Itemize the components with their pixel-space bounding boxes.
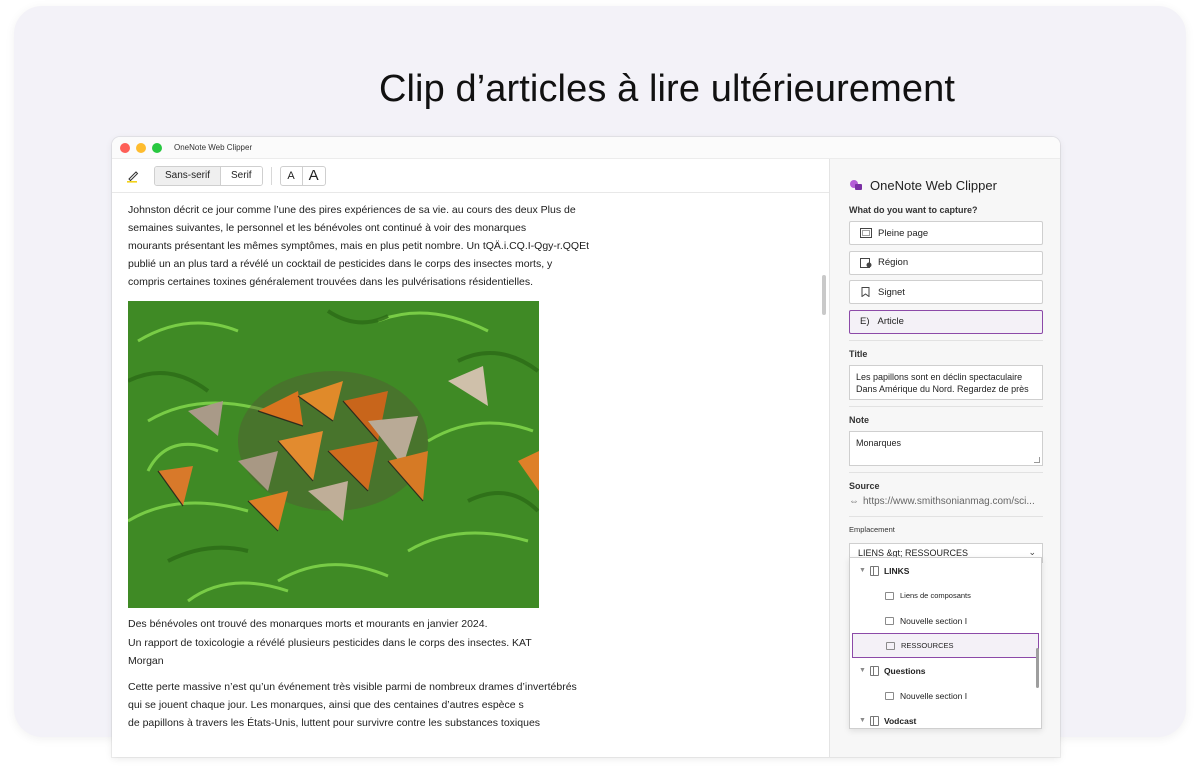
- sans-serif-button[interactable]: Sans-serif: [155, 166, 222, 185]
- region-icon: [860, 257, 872, 268]
- resize-handle-icon[interactable]: [1034, 456, 1040, 463]
- notebook-icon: [869, 715, 879, 726]
- mode-label: Article: [877, 316, 904, 327]
- note-input[interactable]: Monarques: [849, 430, 1043, 466]
- section-label: Nouvelle section I: [900, 615, 968, 626]
- text-line: Cette perte massive n’est qu’un événemen…: [128, 681, 577, 693]
- bookmark-mode-button[interactable]: Signet: [849, 280, 1043, 304]
- divider: [849, 471, 1043, 473]
- decrease-font-button[interactable]: A: [281, 166, 303, 185]
- font-size-toggle: A A: [279, 165, 326, 186]
- reading-toolbar: Sans-serif Serif A A: [112, 159, 829, 193]
- caption-line: Des bénévoles ont trouvé des monarques m…: [128, 618, 488, 630]
- notebook-label: Vodcast: [883, 715, 917, 726]
- section-label: Liens de composants: [900, 591, 971, 600]
- source-url[interactable]: ⇔ https://www.smithsonianmag.com/sci...: [849, 494, 1043, 510]
- section-label: RESSOURCES: [901, 641, 954, 650]
- divider: [849, 405, 1043, 407]
- caret-down-icon: ▼: [859, 567, 866, 574]
- source-url-text: https://www.smithsonianmag.com/sci...: [863, 496, 1035, 507]
- caption-credit: Morgan: [128, 655, 164, 667]
- notebook-item-questions[interactable]: ▼ Questions: [850, 658, 1041, 683]
- toolbar-divider: [270, 166, 272, 185]
- text-line: compris certaines toxines généralement t…: [128, 276, 534, 288]
- divider: [849, 339, 1043, 341]
- font-family-toggle: Sans-serif Serif: [154, 165, 263, 186]
- caption-line: Un rapport de toxicologie a révélé plusi…: [128, 637, 532, 649]
- section-item[interactable]: Nouvelle section I: [850, 608, 1041, 633]
- notebook-label: Questions: [883, 665, 926, 676]
- highlighter-icon[interactable]: [126, 169, 140, 183]
- close-window-button[interactable]: [120, 142, 130, 153]
- section-icon: [885, 616, 894, 625]
- notebook-item-vodcast[interactable]: ▼ Vodcast: [850, 708, 1041, 728]
- article-icon: E): [860, 316, 870, 327]
- app-window: OneNote Web Clipper Sans-serif Serif A A: [112, 137, 1060, 757]
- butterflies-in-grass-image: [128, 301, 539, 608]
- notebook-item-links[interactable]: ▼ LINKS: [850, 558, 1041, 583]
- article-preview[interactable]: Sans-serif Serif A A Johnston décrit ce …: [112, 159, 830, 757]
- notebook-icon: [869, 565, 879, 576]
- full-page-mode-button[interactable]: Pleine page: [849, 221, 1043, 245]
- article-paragraph-1: Johnston décrit ce jour comme l’une des …: [112, 193, 612, 291]
- notebook-icon: [869, 665, 879, 676]
- mode-label: Signet: [878, 286, 905, 298]
- text-line: Johnston décrit ce jour comme l’une des …: [128, 204, 576, 216]
- article-scrollbar[interactable]: [822, 275, 826, 315]
- clipper-panel: OneNote Web Clipper What do you want to …: [830, 159, 1060, 757]
- section-label: Nouvelle section I: [900, 690, 968, 701]
- region-mode-button[interactable]: Région: [849, 250, 1043, 275]
- dropdown-scrollbar[interactable]: [1036, 648, 1039, 688]
- section-icon: [886, 641, 895, 650]
- caret-down-icon: ▼: [859, 717, 866, 724]
- title-input[interactable]: Les papillons sont en déclin spectaculai…: [849, 364, 1043, 400]
- section-icon: [885, 691, 894, 700]
- maximize-window-button[interactable]: [152, 142, 162, 153]
- clipper-header: OneNote Web Clipper: [849, 175, 1043, 195]
- serif-button[interactable]: Serif: [221, 166, 262, 185]
- source-label: Source: [849, 480, 880, 491]
- section-item-ressources[interactable]: RESSOURCES: [852, 633, 1039, 658]
- caret-down-icon: ▼: [859, 667, 866, 674]
- link-icon: ⇔: [849, 496, 859, 507]
- page-headline: Clip d’articles à lire ultérieurement: [378, 68, 956, 110]
- window-titlebar: OneNote Web Clipper: [112, 137, 1060, 159]
- article-mode-button[interactable]: E) Article: [849, 309, 1043, 334]
- note-text: Monarques: [856, 437, 902, 448]
- text-line: publié un an plus tard a révélé un cockt…: [128, 258, 553, 270]
- divider: [849, 515, 1043, 517]
- section-item[interactable]: Nouvelle section I: [850, 683, 1041, 708]
- text-line: de papillons à travers les États-Unis, l…: [128, 717, 541, 729]
- location-value: LIENS &gt; RESSOURCES: [858, 547, 969, 558]
- full-page-icon: [860, 228, 872, 238]
- mode-label: Région: [878, 257, 909, 268]
- article-photo-monarch-butterflies: [128, 301, 539, 608]
- section-item[interactable]: Liens de composants: [850, 583, 1041, 608]
- title-label: Title: [849, 348, 868, 359]
- section-icon: [885, 591, 894, 600]
- notebook-label: LINKS: [883, 565, 910, 576]
- text-line: mourants présentant les mêmes symptômes,…: [128, 240, 589, 252]
- clipper-title: OneNote Web Clipper: [870, 177, 997, 193]
- bookmark-icon: [861, 287, 870, 297]
- text-line: semaines suivantes, le personnel et les …: [128, 222, 527, 234]
- location-dropdown: ▼ LINKS Liens de composants Nouvelle sec…: [849, 557, 1042, 729]
- capture-label: What do you want to capture?: [849, 205, 978, 215]
- onenote-clipper-icon: [850, 180, 862, 190]
- window-title: OneNote Web Clipper: [174, 143, 253, 152]
- text-line: qui se jouent chaque jour. Les monarques…: [128, 699, 524, 711]
- mode-label: Pleine page: [878, 227, 929, 239]
- article-paragraph-2: Cette perte massive n’est qu’un événemen…: [112, 670, 612, 732]
- note-label: Note: [849, 414, 869, 425]
- location-label: Emplacement: [849, 524, 895, 534]
- increase-font-button[interactable]: A: [303, 167, 325, 185]
- photo-caption: Des bénévoles ont trouvé des monarques m…: [112, 608, 612, 670]
- minimize-window-button[interactable]: [136, 142, 146, 153]
